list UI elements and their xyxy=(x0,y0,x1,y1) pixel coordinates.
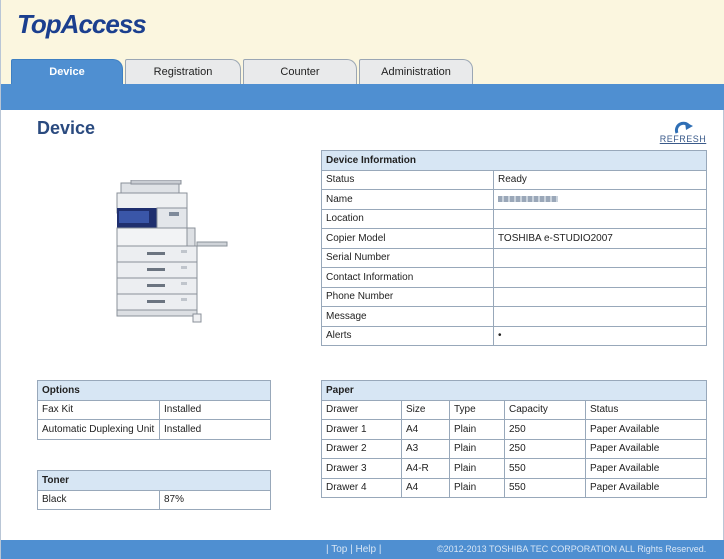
row-label: Fax Kit xyxy=(37,399,160,420)
table-row: Message xyxy=(321,306,707,327)
table-row: Phone Number xyxy=(321,286,707,307)
serial-number-value xyxy=(493,247,707,268)
table-row: Location xyxy=(321,208,707,229)
device-info-table: Device Information Status Ready Name Loca… xyxy=(321,150,707,346)
refresh-label: REFRESH xyxy=(659,134,707,144)
table-row: Name xyxy=(321,189,707,210)
location-value xyxy=(493,208,707,229)
column-header: Capacity xyxy=(504,399,586,420)
type-cell: Plain xyxy=(449,477,505,498)
row-label: Serial Number xyxy=(321,247,494,268)
type-cell: Plain xyxy=(449,458,505,479)
column-header: Size xyxy=(401,399,450,420)
row-value: Installed xyxy=(159,399,271,420)
table-row: Contact Information xyxy=(321,267,707,288)
row-value: Installed xyxy=(159,419,271,440)
toner-header: Toner xyxy=(37,470,271,491)
table-row: Copier Model TOSHIBA e-STUDIO2007 xyxy=(321,228,707,249)
contact-info-value xyxy=(493,267,707,288)
toner-level: 87% xyxy=(159,489,271,510)
table-row: Drawer 4 A4 Plain 550 Paper Available xyxy=(321,477,707,498)
table-row: Black 87% xyxy=(37,489,271,510)
message-value xyxy=(493,306,707,327)
drawer-cell: Drawer 1 xyxy=(321,419,402,440)
type-cell: Plain xyxy=(449,438,505,459)
row-label: Status xyxy=(321,169,494,190)
table-row: Alerts • xyxy=(321,325,707,346)
size-cell: A4 xyxy=(401,419,450,440)
tab-counter[interactable]: Counter xyxy=(243,59,357,84)
table-row: Drawer 2 A3 Plain 250 Paper Available xyxy=(321,438,707,459)
row-label: Contact Information xyxy=(321,267,494,288)
capacity-cell: 250 xyxy=(504,419,586,440)
name-value xyxy=(493,189,707,210)
footer-bar: | Top | Help | ©2012-2013 TOSHIBA TEC CO… xyxy=(1,540,724,559)
row-label: Name xyxy=(321,189,494,210)
status-cell: Paper Available xyxy=(585,419,707,440)
copier-model-value: TOSHIBA e-STUDIO2007 xyxy=(493,228,707,249)
tab-administration[interactable]: Administration xyxy=(359,59,473,84)
top-link[interactable]: Top xyxy=(331,544,347,555)
status-cell: Paper Available xyxy=(585,438,707,459)
phone-number-value xyxy=(493,286,707,307)
table-row: Fax Kit Installed xyxy=(37,399,271,420)
type-cell: Plain xyxy=(449,419,505,440)
status-cell: Paper Available xyxy=(585,477,707,498)
size-cell: A4-R xyxy=(401,458,450,479)
table-row: Serial Number xyxy=(321,247,707,268)
paper-header: Paper xyxy=(321,380,707,401)
row-label: Black xyxy=(37,489,160,510)
options-table: Options Fax Kit Installed Automatic Duple… xyxy=(37,380,271,440)
size-cell: A4 xyxy=(401,477,450,498)
paper-table: Paper Drawer Size Type Capacity Status D… xyxy=(321,380,707,498)
redacted-name xyxy=(498,196,558,203)
device-info-header: Device Information xyxy=(321,150,707,171)
status-value: Ready xyxy=(493,169,707,190)
table-row: Drawer 1 A4 Plain 250 Paper Available xyxy=(321,419,707,440)
capacity-cell: 550 xyxy=(504,458,586,479)
table-header-row: Drawer Size Type Capacity Status xyxy=(321,399,707,420)
capacity-cell: 250 xyxy=(504,438,586,459)
row-label: Message xyxy=(321,306,494,327)
row-label: Phone Number xyxy=(321,286,494,307)
column-header: Drawer xyxy=(321,399,402,420)
copyright-text: ©2012-2013 TOSHIBA TEC CORPORATION ALL R… xyxy=(437,544,707,554)
help-link[interactable]: Help xyxy=(355,544,376,555)
table-row: Status Ready xyxy=(321,169,707,190)
row-label: Alerts xyxy=(321,325,494,346)
row-label: Automatic Duplexing Unit xyxy=(37,419,160,440)
printer-image xyxy=(109,179,229,328)
column-header: Status xyxy=(585,399,707,420)
row-label: Location xyxy=(321,208,494,229)
column-header: Type xyxy=(449,399,505,420)
drawer-cell: Drawer 4 xyxy=(321,477,402,498)
options-header: Options xyxy=(37,380,271,401)
drawer-cell: Drawer 2 xyxy=(321,438,402,459)
topaccess-logo: TopAccess xyxy=(17,9,147,39)
table-row: Drawer 3 A4-R Plain 550 Paper Available xyxy=(321,458,707,479)
refresh-button[interactable]: REFRESH xyxy=(657,120,709,144)
status-cell: Paper Available xyxy=(585,458,707,479)
capacity-cell: 550 xyxy=(504,477,586,498)
size-cell: A3 xyxy=(401,438,450,459)
toner-table: Toner Black 87% xyxy=(37,470,271,510)
tab-registration[interactable]: Registration xyxy=(125,59,241,84)
drawer-cell: Drawer 3 xyxy=(321,458,402,479)
tab-band xyxy=(1,84,724,110)
tab-device[interactable]: Device xyxy=(11,59,123,84)
row-label: Copier Model xyxy=(321,228,494,249)
alerts-value: • xyxy=(493,325,707,346)
refresh-icon xyxy=(674,121,693,134)
table-row: Automatic Duplexing Unit Installed xyxy=(37,419,271,440)
footer-links: | Top | Help | xyxy=(326,544,382,555)
page-title: Device xyxy=(37,118,96,138)
